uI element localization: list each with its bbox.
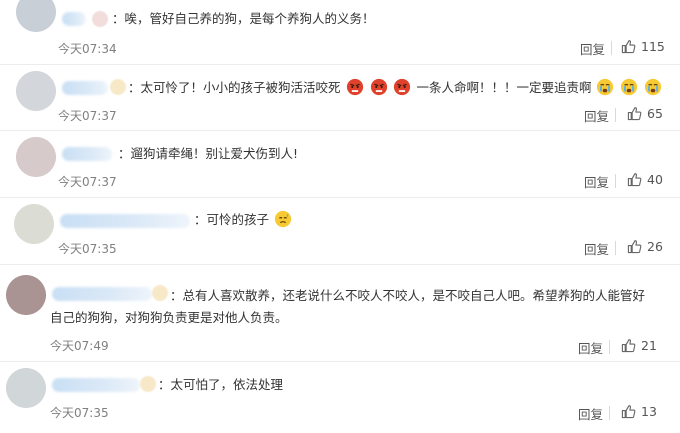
comment-text: ：唉，管好自己养的狗，是每个养狗人的义务！ — [112, 11, 375, 26]
username[interactable] — [62, 81, 108, 95]
like-count: 40 — [647, 172, 663, 187]
thumbs-up-icon — [627, 107, 642, 121]
comment-time: 今天07:35 — [50, 406, 109, 420]
username[interactable] — [62, 147, 112, 161]
reply-button[interactable]: 回复 — [584, 172, 609, 191]
thumbs-up-icon — [621, 40, 636, 54]
username[interactable] — [62, 12, 86, 26]
comment-item: ：可怜的孩子 今天07:35 回复 26 — [0, 198, 680, 264]
like-count: 21 — [641, 338, 657, 353]
comment-time: 今天07:37 — [58, 109, 117, 123]
comment-text-continued: 自己的狗狗，对狗狗负责更是对他人负责。 — [50, 310, 288, 325]
like-button[interactable]: 40 — [627, 172, 663, 187]
thumbs-up-icon — [627, 240, 642, 254]
comment-text: ：可怜的孩子 — [194, 210, 293, 230]
like-button[interactable]: 115 — [621, 39, 665, 54]
comment-item: ：总有人喜欢散养，还老说什么不咬人不咬人，是不咬自己人吧。希望养狗的人能管好 自… — [0, 265, 680, 361]
avatar[interactable] — [6, 368, 46, 408]
user-badge-icon — [152, 285, 168, 301]
like-count: 13 — [641, 404, 657, 419]
like-button[interactable]: 65 — [627, 106, 663, 121]
comment-text: ：太可怜了！小小的孩子被狗活活咬死 一条人命啊！！！一定要追责啊 — [128, 78, 663, 98]
divider — [615, 108, 616, 122]
divider — [609, 340, 610, 354]
like-count: 26 — [647, 239, 663, 254]
thumbs-up-icon — [621, 339, 636, 353]
username[interactable] — [60, 214, 190, 228]
sad-sweat-face-icon — [274, 210, 292, 228]
reply-button[interactable]: 回复 — [584, 106, 609, 125]
comment-text: ：总有人喜欢散养，还老说什么不咬人不咬人，是不咬自己人吧。希望养狗的人能管好 — [170, 288, 646, 303]
like-count: 115 — [641, 39, 665, 54]
crying-face-icon — [597, 78, 614, 96]
angry-face-icon — [370, 78, 387, 96]
reply-button[interactable]: 回复 — [584, 239, 609, 258]
reply-button[interactable]: 回复 — [578, 404, 603, 423]
username[interactable] — [52, 287, 152, 301]
like-button[interactable]: 21 — [621, 338, 657, 353]
comment-time: 今天07:37 — [58, 175, 117, 189]
avatar[interactable] — [6, 275, 46, 315]
comment-time: 今天07:49 — [50, 339, 109, 353]
comment-item: ：太可怜了！小小的孩子被狗活活咬死 一条人命啊！！！一定要追责啊 今天07:37… — [0, 65, 680, 130]
comment-item: ：唉，管好自己养的狗，是每个养狗人的义务！ 今天07:34 回复 115 — [0, 0, 680, 64]
comment-item: ：遛狗请牵绳！别让爱犬伤到人! 今天07:37 回复 40 — [0, 131, 680, 197]
user-badge-icon — [140, 376, 156, 392]
reply-button[interactable]: 回复 — [580, 39, 605, 58]
like-count: 65 — [647, 106, 663, 121]
divider — [615, 174, 616, 188]
user-badge-icon — [110, 79, 126, 95]
like-button[interactable]: 13 — [621, 404, 657, 419]
thumbs-up-icon — [627, 173, 642, 187]
comment-text: ：遛狗请牵绳！别让爱犬伤到人! — [118, 146, 299, 161]
avatar[interactable] — [16, 71, 56, 111]
divider — [609, 406, 610, 420]
divider — [615, 241, 616, 255]
avatar[interactable] — [16, 0, 56, 32]
comment-item: ：太可怕了，依法处理 今天07:35 回复 13 — [0, 362, 680, 433]
thumbs-up-icon — [621, 405, 636, 419]
divider — [611, 41, 612, 55]
username[interactable] — [52, 378, 140, 392]
comment-text: ：太可怕了，依法处理 — [158, 377, 284, 392]
like-button[interactable]: 26 — [627, 239, 663, 254]
comment-time: 今天07:35 — [58, 242, 117, 256]
reply-button[interactable]: 回复 — [578, 338, 603, 357]
angry-face-icon — [394, 78, 411, 96]
angry-face-icon — [346, 78, 363, 96]
crying-face-icon — [645, 78, 662, 96]
crying-face-icon — [621, 78, 638, 96]
user-badge-icon — [92, 11, 108, 27]
avatar[interactable] — [16, 137, 56, 177]
comment-time: 今天07:34 — [58, 42, 117, 56]
avatar[interactable] — [14, 204, 54, 244]
